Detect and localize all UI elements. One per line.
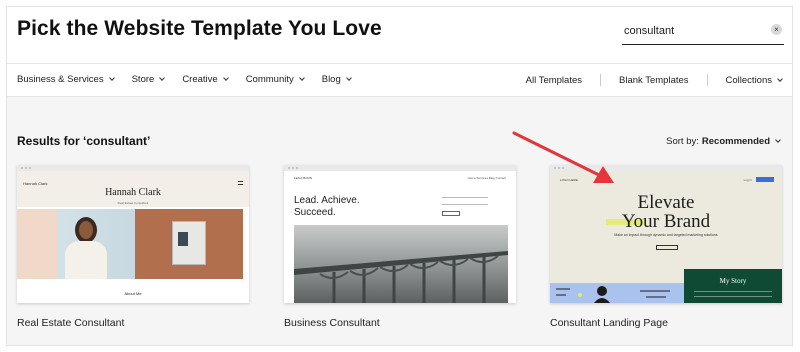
chevron-down-icon bbox=[108, 75, 115, 81]
page-title: Pick the Website Template You Love bbox=[17, 17, 382, 40]
chevron-down-icon bbox=[345, 75, 352, 81]
nav-blank-templates[interactable]: Blank Templates bbox=[619, 75, 689, 86]
preview-brand: LEAH MOON bbox=[294, 176, 313, 180]
card-label[interactable]: Business Consultant bbox=[284, 317, 380, 329]
chevron-down-icon bbox=[159, 75, 166, 81]
template-card-landing[interactable]: LOGO HERE Log In Elevate Your Brand Make… bbox=[550, 165, 782, 303]
preview-sub: Make an impact through dynamic and targe… bbox=[614, 233, 718, 237]
preview-header: Hannah Clark Hannah Clark Real Estate Co… bbox=[17, 171, 249, 207]
nav-all-templates[interactable]: All Templates bbox=[526, 75, 582, 86]
preview-blurb bbox=[442, 197, 488, 205]
sort-value: Recommended bbox=[701, 136, 770, 147]
preview-subheading: Real Estate Consultant bbox=[117, 201, 149, 205]
sort-prefix: Sort by: bbox=[666, 136, 699, 147]
menu-icon bbox=[238, 181, 243, 185]
building-image bbox=[172, 221, 206, 265]
nav-business-services[interactable]: Business & Services bbox=[17, 74, 115, 85]
header: Pick the Website Template You Love × bbox=[7, 7, 792, 63]
nav-blog[interactable]: Blog bbox=[321, 74, 352, 85]
preview-button bbox=[442, 211, 460, 216]
template-browser: Pick the Website Template You Love × Bus… bbox=[6, 6, 793, 346]
nav-label: Business & Services bbox=[17, 74, 104, 85]
preview-brand: LOGO HERE bbox=[560, 178, 578, 182]
preview-heading-line: Succeed. bbox=[294, 207, 336, 218]
clear-search-icon[interactable]: × bbox=[771, 24, 782, 35]
nav-store[interactable]: Store bbox=[131, 74, 166, 85]
preview-heading-line: Elevate bbox=[637, 192, 695, 213]
browser-bar bbox=[284, 165, 516, 171]
illustration-graphic bbox=[556, 286, 670, 303]
illustration-panel bbox=[550, 283, 684, 303]
chevron-down-icon bbox=[222, 75, 229, 81]
preview-links: Home Services Blog Contact bbox=[467, 176, 506, 180]
story-panel: My Story bbox=[684, 269, 782, 303]
chevron-down-icon bbox=[777, 75, 783, 82]
card-label[interactable]: Consultant Landing Page bbox=[550, 317, 668, 329]
preview-login: Log In bbox=[743, 178, 752, 182]
template-card-real-estate[interactable]: Hannah Clark Hannah Clark Real Estate Co… bbox=[17, 165, 249, 303]
preview-cta bbox=[756, 177, 774, 182]
search-box: × bbox=[622, 19, 784, 45]
results-heading: Results for ‘consultant’ bbox=[17, 134, 151, 148]
search-input[interactable] bbox=[624, 21, 764, 41]
preview-heading: Elevate Your Brand bbox=[550, 193, 782, 231]
chevron-down-icon bbox=[298, 75, 305, 81]
nav-label: Community bbox=[245, 74, 294, 85]
nav-creative[interactable]: Creative bbox=[182, 74, 229, 85]
story-text bbox=[694, 291, 772, 297]
nav-collections[interactable]: Collections bbox=[725, 74, 783, 86]
nav-label: Collections bbox=[725, 74, 772, 86]
preview-heading-line: Your Brand bbox=[621, 211, 711, 232]
story-title: My Story bbox=[719, 277, 747, 285]
nav-divider bbox=[600, 74, 601, 86]
nav-label: Store bbox=[131, 74, 155, 85]
preview-heading: Lead. Achieve. Succeed. bbox=[294, 195, 360, 219]
template-card-business[interactable]: LEAH MOON Home Services Blog Contact Lea… bbox=[284, 165, 516, 303]
nav-label: Creative bbox=[182, 74, 218, 85]
preview-button bbox=[656, 245, 678, 250]
preview-brand: Hannah Clark bbox=[23, 181, 48, 186]
nav-divider bbox=[706, 74, 708, 86]
preview-heading: Hannah Clark bbox=[105, 187, 161, 198]
preview-footer: About Me bbox=[124, 291, 142, 296]
card-label[interactable]: Real Estate Consultant bbox=[17, 317, 124, 329]
nav-community[interactable]: Community bbox=[245, 74, 305, 85]
bridge-image bbox=[294, 225, 508, 303]
chevron-down-icon bbox=[775, 137, 781, 143]
sort-dropdown[interactable]: Sort by: Recommended bbox=[666, 136, 781, 147]
category-nav: Business & Services Store Creative Commu… bbox=[7, 63, 792, 97]
preview-heading-line: Lead. Achieve. bbox=[294, 195, 360, 206]
bridge-graphic bbox=[294, 251, 508, 303]
nav-label: Blog bbox=[321, 74, 341, 85]
portrait-image bbox=[17, 209, 135, 279]
